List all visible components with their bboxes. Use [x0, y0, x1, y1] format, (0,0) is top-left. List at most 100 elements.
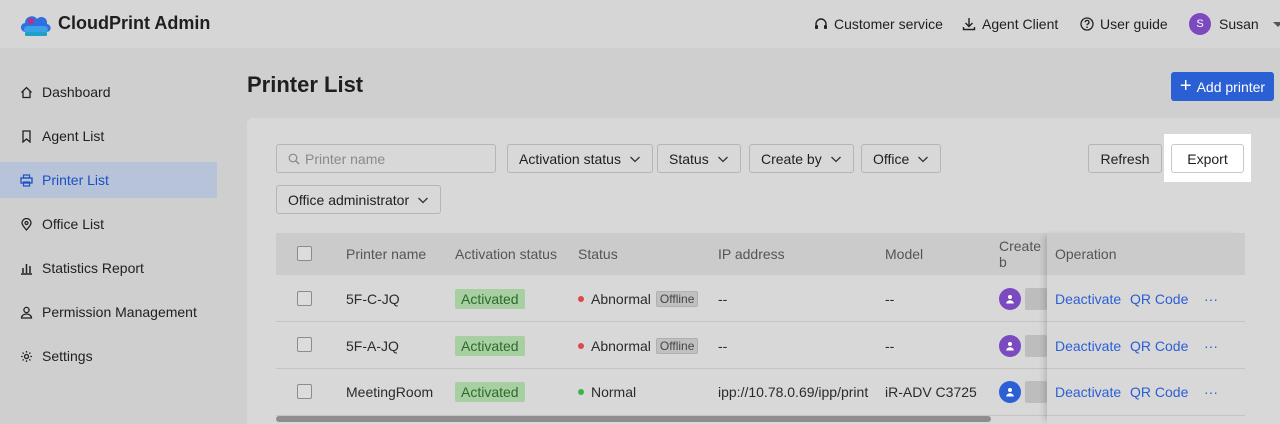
sidebar-item-settings[interactable]: Settings [0, 338, 217, 374]
activation-badge: Activated [455, 381, 525, 402]
chevron-down-icon [830, 156, 841, 162]
caret-down-icon [1272, 22, 1280, 27]
model: -- [885, 337, 895, 354]
user-guide-label: User guide [1100, 16, 1168, 32]
page-title: Printer List [247, 72, 364, 97]
model: -- [885, 290, 895, 307]
sidebar-item-label: Permission Management [42, 304, 197, 320]
create-by-cell [999, 369, 1047, 414]
status-text: Abnormal [591, 290, 651, 307]
sidebar-item-printer-list[interactable]: Printer List [0, 162, 217, 198]
sidebar-item-label: Dashboard [42, 84, 111, 100]
headset-icon [815, 18, 827, 29]
sidebar-item-dashboard[interactable]: Dashboard [0, 74, 217, 110]
bar-chart-icon [21, 263, 32, 275]
location-icon [21, 217, 32, 231]
plus-icon: + [1179, 74, 1192, 97]
sidebar-item-label: Agent List [42, 128, 105, 144]
row-checkbox[interactable] [297, 337, 312, 352]
printer-name: MeetingRoom [346, 383, 434, 400]
creator-name-placeholder [1025, 380, 1047, 403]
activation-badge: Activated [455, 288, 525, 309]
sidebar-item-label: Printer List [42, 172, 109, 188]
column-header-printer-name[interactable]: Printer name [346, 233, 426, 275]
status-text: Abnormal [591, 337, 651, 354]
activation-cell: Activated [455, 275, 525, 322]
row-checkbox[interactable] [297, 384, 312, 399]
activation-status-filter[interactable]: Activation status [507, 144, 653, 173]
create-by-cell [999, 275, 1047, 322]
export-button[interactable]: Export [1171, 144, 1244, 173]
activation-badge: Activated [455, 335, 525, 356]
status-text: Normal [591, 383, 637, 400]
status-cell: Abnormal Offline [578, 275, 699, 322]
activation-cell: Activated [455, 322, 525, 369]
creator-name-placeholder [1025, 334, 1047, 357]
sidebar-item-office-list[interactable]: Office List [0, 206, 217, 242]
office-administrator-filter[interactable]: Office administrator [276, 185, 442, 214]
user-name: Susan [1219, 16, 1259, 32]
help-icon [1080, 17, 1094, 31]
printer-name: 5F-A-JQ [346, 337, 399, 354]
status-dot-icon [578, 295, 584, 302]
sidebar-item-label: Office List [42, 216, 104, 232]
status-dot-icon [578, 342, 584, 349]
add-printer-label: Add printer [1196, 78, 1266, 95]
chevron-down-icon [918, 156, 929, 162]
status-cell: Abnormal Offline [578, 322, 699, 369]
search-icon [288, 153, 300, 164]
search-placeholder: Printer name [305, 150, 386, 167]
ip-address: ipp://10.78.0.69/ipp/print [718, 383, 869, 400]
column-header-create-by[interactable]: Create b [999, 233, 1047, 275]
filter-label: Create by [761, 150, 822, 167]
user-menu[interactable]: S Susan [1189, 0, 1280, 48]
row-checkbox[interactable] [297, 291, 312, 306]
agent-client-link[interactable]: Agent Client [962, 0, 1058, 48]
sidebar-item-statistics-report[interactable]: Statistics Report [0, 250, 217, 286]
create-by-filter[interactable]: Create by [749, 144, 854, 173]
chevron-down-icon [717, 156, 728, 162]
column-header-ip-address[interactable]: IP address [718, 233, 785, 275]
bookmark-icon [22, 129, 31, 143]
model: iR-ADV C3725 [885, 383, 977, 400]
sidebar-item-agent-list[interactable]: Agent List [0, 118, 217, 154]
user-guide-link[interactable]: User guide [1080, 0, 1168, 48]
create-by-cell [999, 322, 1047, 369]
sidebar-item-label: Settings [42, 348, 93, 364]
download-icon [962, 18, 976, 31]
printer-name: 5F-C-JQ [346, 290, 400, 307]
column-header-model[interactable]: Model [885, 233, 923, 275]
sidebar-item-permission-management[interactable]: Permission Management [0, 294, 217, 330]
filter-label: Activation status [519, 150, 621, 167]
brand-title: CloudPrint Admin [58, 13, 211, 33]
cloud-logo-icon [20, 16, 51, 36]
user-icon [1006, 387, 1014, 396]
home-icon [21, 86, 32, 98]
creator-avatar [999, 334, 1021, 357]
status-filter[interactable]: Status [657, 144, 741, 173]
add-printer-button[interactable]: + Add printer [1171, 72, 1274, 101]
chevron-down-icon [418, 197, 429, 203]
offline-badge: Offline [655, 337, 699, 354]
column-header-activation-status[interactable]: Activation status [455, 233, 557, 275]
refresh-button[interactable]: Refresh [1088, 144, 1162, 173]
activation-cell: Activated [455, 369, 525, 414]
column-header-status[interactable]: Status [578, 233, 618, 275]
creator-avatar [999, 287, 1021, 310]
office-filter[interactable]: Office [861, 144, 942, 173]
gear-icon [21, 350, 32, 362]
status-cell: Normal [578, 369, 636, 414]
agent-client-label: Agent Client [982, 16, 1059, 32]
customer-service-link[interactable]: Customer service [814, 0, 943, 48]
offline-badge: Offline [655, 290, 699, 307]
sidebar-item-label: Statistics Report [42, 260, 144, 276]
search-input[interactable]: Printer name [276, 144, 496, 173]
horizontal-scrollbar[interactable] [276, 416, 991, 422]
filter-label: Office administrator [288, 191, 410, 208]
select-all-checkbox[interactable] [297, 246, 312, 261]
user-avatar: S [1189, 13, 1211, 35]
creator-name-placeholder [1025, 287, 1047, 310]
creator-avatar [999, 380, 1021, 403]
user-icon [1006, 341, 1014, 350]
filter-label: Office [873, 150, 910, 167]
